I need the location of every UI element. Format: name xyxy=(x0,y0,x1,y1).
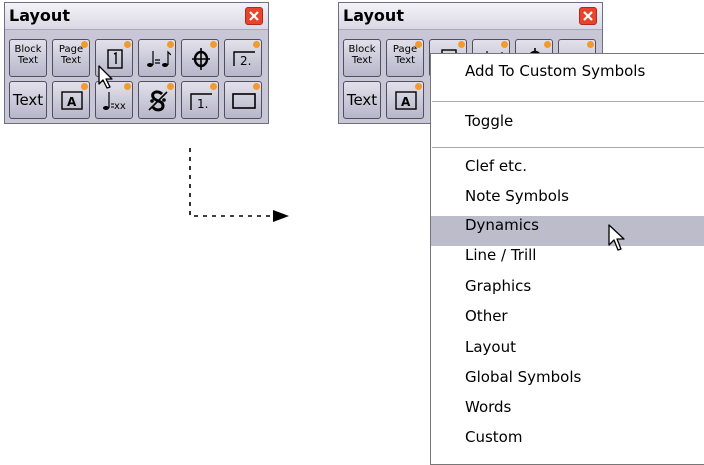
text-button[interactable]: Text xyxy=(343,81,381,119)
segno-button[interactable] xyxy=(138,81,176,119)
svg-text:A: A xyxy=(401,95,411,109)
svg-text:A: A xyxy=(67,95,77,109)
menu-item-note-symbols[interactable]: Note Symbols xyxy=(431,187,704,217)
volta-2-icon: 2. xyxy=(233,51,255,68)
coda-icon xyxy=(192,48,210,70)
svg-text:1.: 1. xyxy=(197,97,208,111)
menu-item-add-to-custom-symbols[interactable]: Add To Custom Symbols xyxy=(431,62,704,92)
title-bar[interactable]: Layout xyxy=(339,3,602,30)
palette-title: Layout xyxy=(9,6,70,25)
rectangle-frame-icon xyxy=(232,93,256,109)
menu-item-custom[interactable]: Custom xyxy=(431,428,704,458)
mouse-pointer-icon xyxy=(608,224,625,251)
context-menu: Add To Custom Symbols Toggle Clef etc. N… xyxy=(430,53,704,465)
text-button[interactable]: Text xyxy=(9,81,47,119)
coda-button[interactable] xyxy=(181,39,219,77)
layout-palette-left: Layout Block Text Page Text 2. Text A xx xyxy=(4,2,269,124)
text-label: Text xyxy=(12,91,44,109)
second-ending-button[interactable]: 2. xyxy=(224,39,262,77)
page-text-label: Page Text xyxy=(58,44,84,66)
tempo-marking-icon: xx xyxy=(103,92,126,112)
boxed-text-button[interactable]: A xyxy=(386,81,424,119)
volta-1-icon: 1. xyxy=(190,93,212,111)
svg-text:xx: xx xyxy=(114,101,126,112)
close-icon[interactable] xyxy=(579,7,597,25)
flow-arrow-icon xyxy=(189,148,289,222)
page-text-label: Page Text xyxy=(392,44,418,66)
menu-item-other[interactable]: Other xyxy=(431,307,704,337)
menu-item-words[interactable]: Words xyxy=(431,398,704,428)
first-ending-button[interactable]: 1. xyxy=(181,81,219,119)
menu-separator xyxy=(432,101,704,102)
mouse-pointer-icon xyxy=(98,65,113,89)
menu-item-global-symbols[interactable]: Global Symbols xyxy=(431,368,704,398)
menu-separator xyxy=(432,147,704,148)
boxed-letter-icon: A xyxy=(61,91,83,110)
block-text-button[interactable]: Block Text xyxy=(9,39,47,77)
menu-item-line-trill[interactable]: Line / Trill xyxy=(431,246,704,276)
metric-modulation-icon xyxy=(147,50,171,67)
menu-item-toggle[interactable]: Toggle xyxy=(431,112,704,142)
block-text-label: Block Text xyxy=(348,44,376,66)
menu-item-dynamics[interactable]: Dynamics xyxy=(431,216,704,246)
menu-item-graphics[interactable]: Graphics xyxy=(431,277,704,307)
page-text-button[interactable]: Page Text xyxy=(386,39,424,77)
boxed-letter-icon: A xyxy=(395,91,417,110)
page-text-button[interactable]: Page Text xyxy=(52,39,90,77)
boxed-text-button[interactable]: A xyxy=(52,81,90,119)
block-text-label: Block Text xyxy=(14,44,42,66)
close-icon[interactable] xyxy=(245,7,263,25)
text-label: Text xyxy=(346,91,378,109)
menu-item-layout[interactable]: Layout xyxy=(431,338,704,368)
badge-dot xyxy=(587,41,594,48)
metric-modulation-button[interactable] xyxy=(138,39,176,77)
frame-button[interactable] xyxy=(224,81,262,119)
segno-icon xyxy=(148,90,168,112)
menu-item-clef-etc[interactable]: Clef etc. xyxy=(431,157,704,187)
svg-text:2.: 2. xyxy=(240,54,251,68)
block-text-button[interactable]: Block Text xyxy=(343,39,381,77)
palette-title: Layout xyxy=(343,6,404,25)
title-bar[interactable]: Layout xyxy=(5,3,268,30)
